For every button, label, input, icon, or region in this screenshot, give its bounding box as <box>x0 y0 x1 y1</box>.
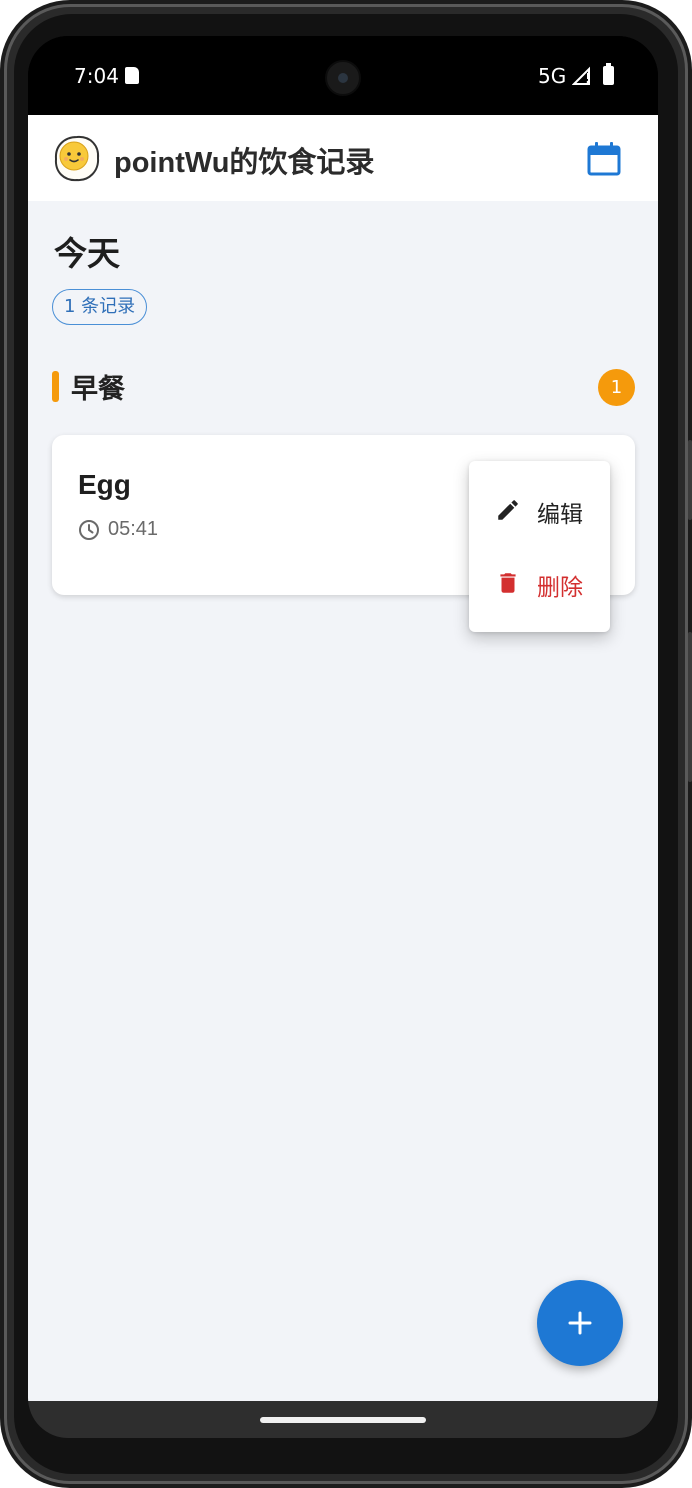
app-bar: pointWu的饮食记录 <box>28 115 658 201</box>
battery-icon <box>603 63 614 85</box>
add-entry-button[interactable] <box>537 1280 623 1366</box>
system-nav-bar <box>28 1401 658 1438</box>
food-name: Egg <box>78 469 131 500</box>
home-gesture-handle[interactable] <box>260 1417 426 1423</box>
network-type: 5G <box>538 64 567 88</box>
menu-edit-item[interactable]: 编辑 <box>469 479 610 541</box>
volume-button <box>688 440 692 520</box>
section-accent-bar <box>52 371 59 402</box>
pencil-icon <box>498 500 518 520</box>
sd-card-icon <box>125 67 139 84</box>
food-time: 05:41 <box>108 518 159 540</box>
fried-egg-icon <box>54 135 100 182</box>
clock-icon <box>79 520 99 540</box>
day-title: 今天 <box>54 234 120 273</box>
status-time: 7:04 <box>74 64 119 88</box>
app-title: pointWu的饮食记录 <box>114 147 375 179</box>
record-count-chip: 1 条记录 <box>52 289 148 325</box>
menu-delete-item[interactable]: 删除 <box>469 552 610 614</box>
section-count-badge: 1 <box>598 369 635 406</box>
main-content: 今天 1 条记录 早餐 1 Egg 05:41 编辑 删除 <box>28 201 658 1401</box>
screen: 7:04 5G pointWu的饮食记录 今天 1 条记录 早餐 1 Egg 0… <box>28 36 658 1438</box>
section-title-breakfast: 早餐 <box>71 374 125 405</box>
menu-edit-label: 编辑 <box>537 502 583 528</box>
entry-context-menu: 编辑 删除 <box>469 461 610 632</box>
status-bar: 7:04 5G <box>28 36 658 115</box>
trash-icon <box>500 573 516 593</box>
plus-icon <box>568 1311 592 1335</box>
calendar-icon[interactable] <box>584 139 624 179</box>
menu-delete-label: 删除 <box>537 575 583 601</box>
phone-frame: 7:04 5G pointWu的饮食记录 今天 1 条记录 早餐 1 Egg 0… <box>0 0 692 1488</box>
front-camera <box>325 60 361 96</box>
signal-icon <box>572 66 590 85</box>
power-button <box>688 632 692 782</box>
